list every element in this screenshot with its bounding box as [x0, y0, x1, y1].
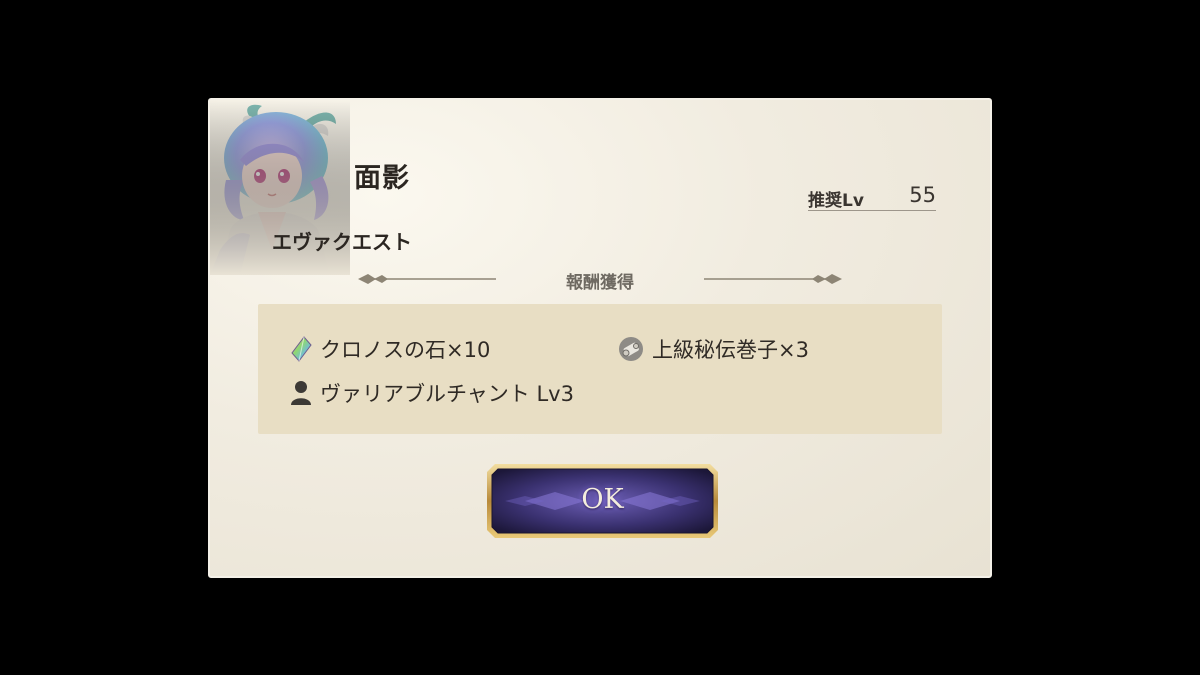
- reward-list: クロノスの石×10 上級秘伝巻子×3 ヴァリアブルチャント Lv3: [258, 304, 942, 434]
- recommended-level-value: 55: [909, 183, 936, 207]
- reward-text: ヴァリアブルチャント Lv3: [320, 382, 574, 406]
- ok-button[interactable]: OK: [485, 462, 720, 540]
- reward-item: ヴァリアブルチャント Lv3: [290, 378, 574, 408]
- quest-title: 面影: [354, 163, 410, 194]
- right-ornament-icon: [704, 274, 842, 284]
- reward-dialog: 面影 エヴァクエスト 推奨Lv 55 報酬獲得 クロノスの石×10 上級秘伝巻子…: [208, 98, 992, 578]
- reward-text: クロノスの石×10: [320, 338, 491, 362]
- crystal-icon: [291, 336, 312, 362]
- reward-header: 報酬獲得: [566, 273, 634, 293]
- recommended-level: 推奨Lv 55: [808, 183, 936, 211]
- quest-subtitle: エヴァクエスト: [272, 230, 412, 254]
- recommended-level-label: 推奨Lv: [808, 191, 864, 211]
- scroll-icon: [619, 337, 643, 361]
- reward-item: 上級秘伝巻子×3: [618, 334, 809, 364]
- reward-text: 上級秘伝巻子×3: [652, 338, 809, 362]
- person-icon: [291, 381, 311, 405]
- reward-item: クロノスの石×10: [290, 334, 490, 364]
- ok-button-label: OK: [581, 484, 624, 515]
